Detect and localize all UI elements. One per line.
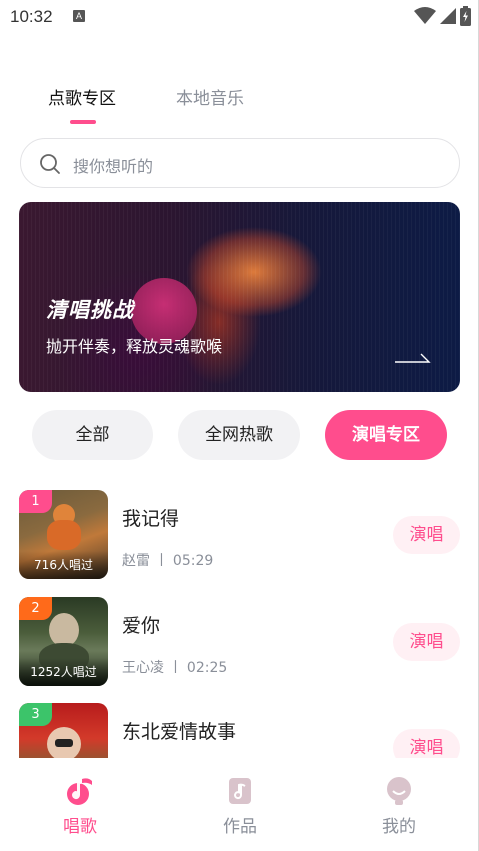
status-time: 10:32 xyxy=(10,7,53,26)
nav-label: 我的 xyxy=(382,817,416,837)
song-title: 东北爱情故事 xyxy=(122,721,237,743)
arrow-right-icon[interactable] xyxy=(395,350,431,364)
tab-song-request[interactable]: 点歌专区 xyxy=(48,84,116,109)
song-meta: 赵雷 丨 05:29 xyxy=(122,550,213,570)
list-item[interactable]: 1252人唱过 2 爱你 王心凌 丨 02:25 演唱 xyxy=(0,597,479,689)
list-item[interactable]: 716人唱过 1 我记得 赵雷 丨 05:29 演唱 xyxy=(0,490,479,582)
nav-sing[interactable]: 唱歌 xyxy=(40,776,120,837)
status-bar: 10:32 A xyxy=(0,0,479,34)
nav-mine[interactable]: 我的 xyxy=(359,776,439,837)
song-duration: 05:29 xyxy=(172,553,214,569)
rank-badge: 3 xyxy=(19,703,52,726)
sing-button[interactable]: 演唱 xyxy=(393,516,460,554)
smiley-face-icon xyxy=(387,777,411,805)
song-artist: 王心凌 xyxy=(122,660,164,676)
sung-count: 716人唱过 xyxy=(34,558,93,572)
rank-badge: 2 xyxy=(19,597,52,620)
nav-label: 作品 xyxy=(223,817,257,837)
song-list: 716人唱过 1 我记得 赵雷 丨 05:29 演唱 1252人唱过 2 爱你 … xyxy=(0,490,479,758)
meta-separator: 丨 xyxy=(168,660,183,676)
document-music-icon xyxy=(229,778,251,804)
wifi-icon xyxy=(414,7,436,24)
search-icon xyxy=(40,154,60,174)
bottom-navigation: 唱歌 作品 我的 xyxy=(0,758,479,851)
signal-icon xyxy=(440,8,456,24)
system-icons xyxy=(414,6,471,26)
list-item[interactable]: 3 东北爱情故事 演唱 xyxy=(0,703,479,758)
tab-local-music[interactable]: 本地音乐 xyxy=(176,84,244,109)
song-title: 我记得 xyxy=(122,508,180,530)
nav-label: 唱歌 xyxy=(63,817,97,837)
search-input[interactable]: 搜你想听的 xyxy=(20,138,460,188)
sung-count: 1252人唱过 xyxy=(30,665,97,679)
meta-separator: 丨 xyxy=(154,553,169,569)
banner-title: 清唱挑战 xyxy=(46,298,134,322)
active-tab-indicator xyxy=(70,120,96,124)
song-artist: 赵雷 xyxy=(122,553,150,569)
battery-icon xyxy=(460,6,471,26)
filter-sing-zone-button[interactable]: 演唱专区 xyxy=(325,410,447,460)
song-duration: 02:25 xyxy=(186,660,228,676)
banner-subtitle: 抛开伴奏，释放灵魂歌喉 xyxy=(46,337,223,356)
music-note-icon xyxy=(67,778,92,805)
challenge-banner[interactable]: 清唱挑战 抛开伴奏，释放灵魂歌喉 xyxy=(19,202,460,392)
filter-all-button[interactable]: 全部 xyxy=(32,410,153,460)
search-placeholder: 搜你想听的 xyxy=(73,157,154,176)
sing-button[interactable]: 演唱 xyxy=(393,729,460,758)
sing-button[interactable]: 演唱 xyxy=(393,623,460,661)
rank-badge: 1 xyxy=(19,490,52,513)
song-title: 爱你 xyxy=(122,615,161,637)
nav-works[interactable]: 作品 xyxy=(200,776,280,837)
song-meta: 王心凌 丨 02:25 xyxy=(122,657,227,677)
filter-hot-songs-button[interactable]: 全网热歌 xyxy=(178,410,300,460)
notification-icon: A xyxy=(73,10,85,22)
